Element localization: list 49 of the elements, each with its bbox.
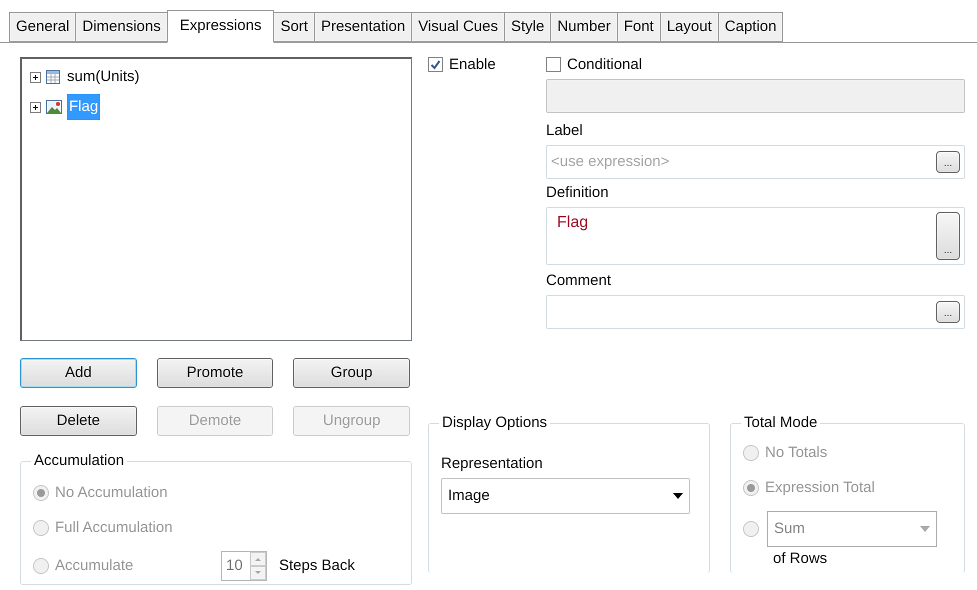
comment-field[interactable]: ... [546, 295, 965, 329]
caret-icon [673, 493, 683, 499]
field-label: Representation [441, 454, 544, 474]
browse-button[interactable]: ... [936, 212, 960, 260]
radio-label: Expression Total [765, 478, 875, 498]
dropdown-value: Image [448, 486, 490, 506]
radio-label: No Totals [765, 443, 828, 463]
tab[interactable]: Caption [718, 12, 784, 42]
tab[interactable]: Layout [660, 12, 719, 42]
caret-icon [920, 526, 930, 532]
tree-item[interactable]: sum(Units) [65, 64, 142, 90]
expand-icon[interactable] [30, 72, 41, 82]
action-button[interactable]: Promote [156, 358, 274, 388]
tab[interactable]: Presentation [314, 12, 412, 42]
spinner-arrows-icon[interactable] [250, 552, 266, 580]
dropdown-suffix: of Rows [773, 549, 828, 569]
group-title: Display Options [439, 413, 550, 433]
image-icon [45, 99, 63, 115]
action-button[interactable]: Add [20, 358, 137, 388]
tab[interactable]: General [9, 12, 76, 42]
tab[interactable]: Style [504, 12, 552, 42]
checkbox-label: Conditional [567, 57, 642, 73]
tab[interactable]: Expressions [166, 10, 274, 43]
representation-dropdown[interactable]: Image [441, 478, 690, 514]
table-icon [45, 69, 61, 85]
tab[interactable]: Sort [273, 12, 315, 42]
field-label: Label [546, 121, 584, 141]
browse-button[interactable]: ... [936, 301, 960, 323]
checkbox[interactable] [428, 57, 443, 72]
browse-button[interactable]: ... [936, 151, 960, 173]
action-button[interactable]: Delete [20, 406, 137, 436]
checkbox[interactable] [546, 57, 561, 72]
dropdown-value: Sum [774, 518, 805, 539]
radio-label: Full Accumulation [55, 518, 174, 538]
checkbox-label: Enable [449, 57, 496, 73]
action-button[interactable]: Group [293, 358, 410, 388]
tab[interactable]: Font [616, 12, 661, 42]
expand-icon[interactable] [30, 102, 41, 112]
radio-label: No Accumulation [55, 483, 169, 503]
field-label: Comment [546, 271, 612, 291]
steps-value: 10 [225, 556, 244, 576]
definition-field[interactable]: Flag [557, 212, 936, 234]
tab[interactable]: Visual Cues [411, 12, 505, 42]
field-label: Definition [546, 183, 610, 203]
tab[interactable]: Number [550, 12, 618, 42]
label-field[interactable]: <use expression> ... [546, 145, 965, 179]
tab[interactable]: Dimensions [75, 12, 168, 42]
steps-label: Steps Back [279, 556, 355, 576]
radio-label: Accumulate [55, 556, 134, 576]
